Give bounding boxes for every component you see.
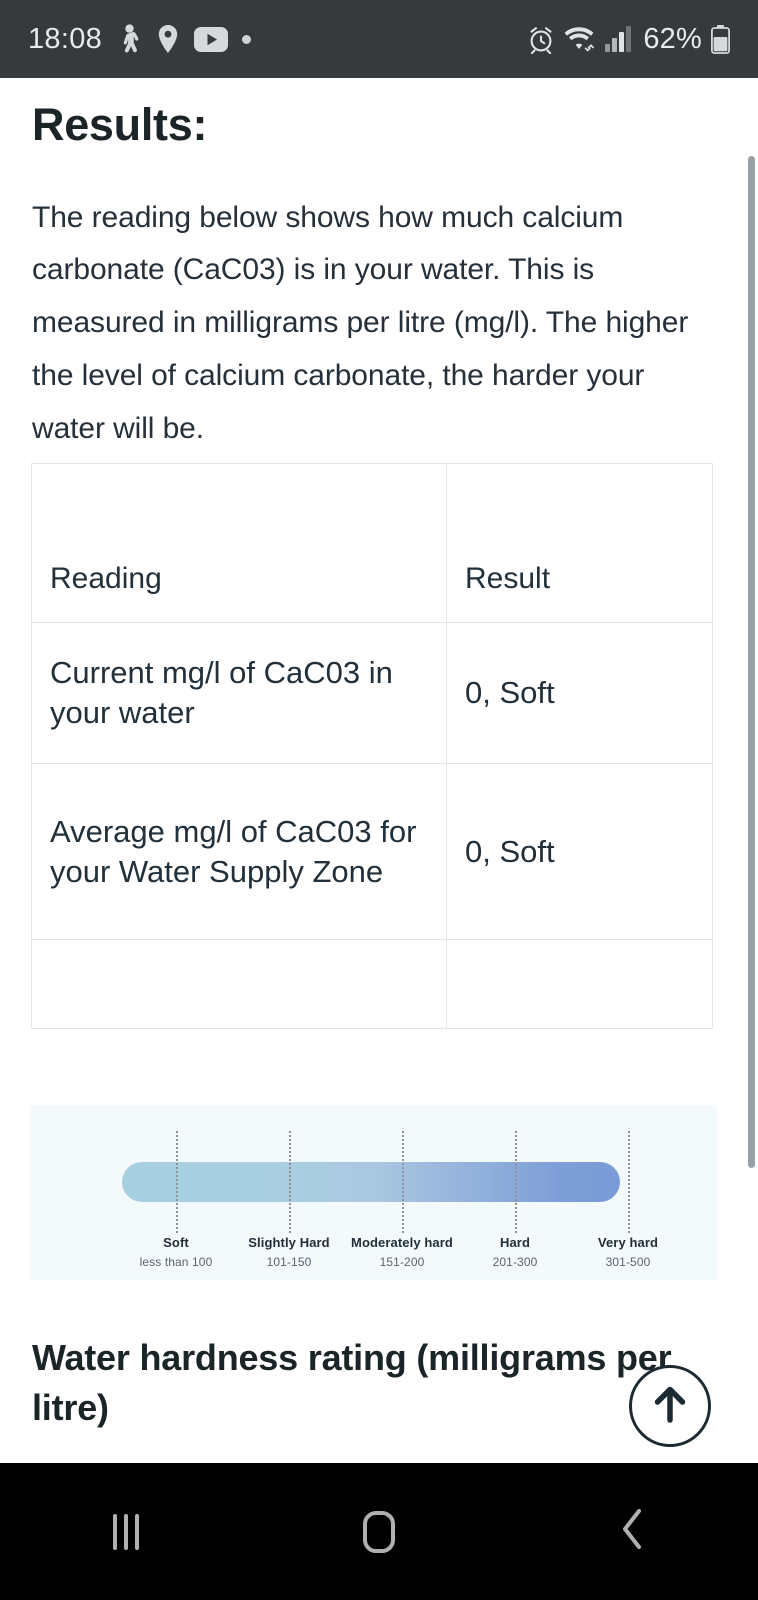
back-chevron-icon (619, 1507, 645, 1556)
home-icon (362, 1510, 395, 1553)
back-button[interactable] (572, 1477, 692, 1587)
scale-tick-slightly-hard (289, 1131, 291, 1233)
status-time: 18:08 (28, 22, 103, 55)
table-row: Average mg/l of CaC03 for your Water Sup… (31, 763, 713, 940)
activity-icon (116, 24, 142, 54)
result-cell: 0, Soft (446, 763, 713, 940)
page-scrollbar-track[interactable] (748, 156, 755, 1463)
status-bar-left: 18:08 (28, 22, 252, 56)
scale-tick-very-hard (628, 1131, 630, 1233)
signal-bars-icon (605, 26, 632, 52)
page-content: Results: The reading below shows how muc… (0, 78, 758, 1463)
table-row: Current mg/l of CaC03 in your water 0, S… (31, 622, 713, 764)
home-button[interactable] (319, 1477, 439, 1587)
scale-label-very-hard: Very hard (597, 1235, 659, 1250)
scale-range-very-hard: 301-500 (605, 1255, 651, 1269)
phone-screen: 18:08 62% Results: The reading below sho… (0, 0, 758, 1600)
status-bar-right: 62% (527, 23, 730, 56)
reading-cell: Current mg/l of CaC03 in your water (31, 622, 447, 764)
page-scrollbar-thumb[interactable] (748, 156, 755, 1168)
arrow-up-icon (650, 1383, 690, 1430)
android-navigation-bar (0, 1463, 758, 1600)
scale-tick-hard (515, 1131, 517, 1233)
battery-icon (711, 24, 730, 54)
sub-heading: Water hardness rating (milligrams per li… (32, 1337, 672, 1429)
reading-cell (31, 939, 447, 1029)
wifi-icon (564, 25, 596, 53)
page-title: Results: (32, 99, 208, 150)
location-pin-icon (156, 24, 180, 54)
reading-cell: Average mg/l of CaC03 for your Water Sup… (31, 763, 447, 940)
hardness-gradient-bar (122, 1162, 620, 1202)
scale-wrapper: Soft Slightly Hard Moderately hard Hard … (30, 1105, 717, 1280)
scroll-to-top-button[interactable] (629, 1365, 711, 1447)
recents-icon (113, 1513, 140, 1550)
water-hardness-scale-graphic: Soft Slightly Hard Moderately hard Hard … (30, 1105, 717, 1280)
scale-tick-soft (176, 1131, 178, 1233)
status-bar: 18:08 62% (0, 0, 758, 78)
intro-paragraph: The reading below shows how much calcium… (32, 200, 689, 445)
results-table: Reading Result Current mg/l of CaC03 in … (31, 463, 713, 1029)
dot-icon (242, 34, 252, 44)
youtube-icon (194, 26, 229, 52)
alarm-icon (527, 25, 555, 54)
battery-percent-label: 62% (643, 22, 702, 55)
column-header-result: Result (446, 463, 713, 623)
table-row (31, 939, 713, 1029)
column-header-reading: Reading (31, 463, 447, 623)
recents-button[interactable] (66, 1477, 186, 1587)
result-cell (446, 939, 713, 1029)
result-cell: 0, Soft (446, 622, 713, 764)
scale-tick-moderately-hard (402, 1131, 404, 1233)
table-header-row: Reading Result (31, 463, 713, 623)
